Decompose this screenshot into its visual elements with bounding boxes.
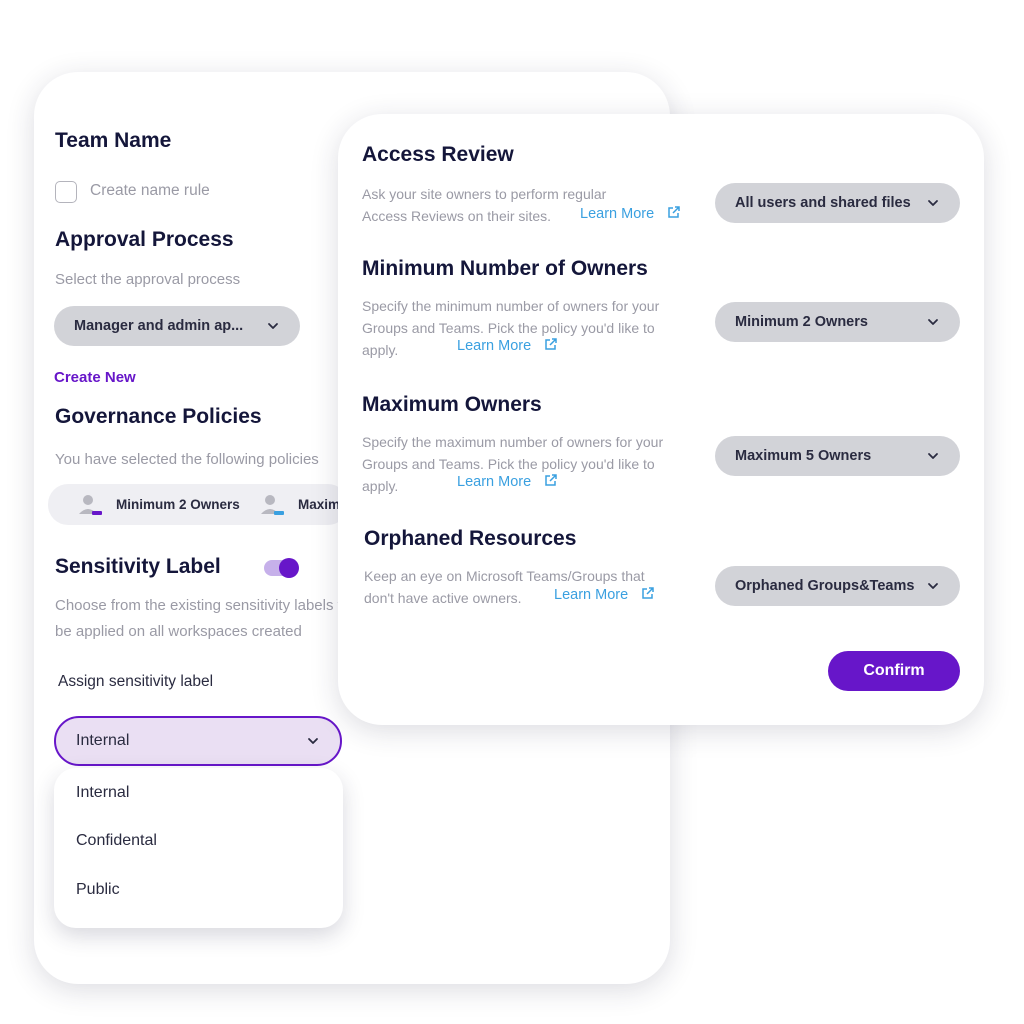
access-review-select[interactable]: All users and shared files [715, 183, 960, 223]
sensitivity-label-value: Internal [76, 732, 130, 749]
team-name-heading: Team Name [55, 129, 172, 152]
sensitivity-label-dropdown: Internal Confidental Public [54, 768, 343, 928]
selected-policies-strip: Minimum 2 Owners Maximum 5 Owners [48, 484, 348, 525]
access-review-description-line2: Access Reviews on their sites. [362, 208, 552, 224]
maximum-owners-learn-more[interactable]: Learn More [457, 473, 558, 491]
policy-chip-label: Minimum 2 Owners [116, 497, 240, 512]
chevron-down-icon [928, 319, 938, 325]
governance-policies-subtitle: You have selected the following policies [55, 451, 319, 468]
chevron-down-icon [268, 323, 278, 329]
orphaned-resources-value: Orphaned Groups&Teams [735, 578, 915, 594]
orphaned-resources-description-line1: Keep an eye on Microsoft Teams/Groups th… [364, 568, 645, 584]
access-review-heading: Access Review [362, 143, 514, 166]
sensitivity-label-heading: Sensitivity Label [55, 555, 221, 578]
minimum-owners-value: Minimum 2 Owners [735, 314, 868, 330]
maximum-owners-value: Maximum 5 Owners [735, 448, 872, 464]
sensitivity-label-select[interactable]: Internal [54, 716, 342, 766]
maximum-owners-description-line2: Groups and Teams. Pick the policy you'd … [362, 456, 655, 472]
user-icon [261, 494, 284, 515]
create-name-rule-checkbox[interactable] [55, 181, 77, 203]
create-name-rule-label: Create name rule [90, 182, 210, 199]
toggle-knob [279, 558, 299, 578]
create-new-link[interactable]: Create New [54, 369, 136, 386]
minimum-owners-learn-more[interactable]: Learn More [457, 337, 558, 355]
chevron-down-icon [928, 200, 938, 206]
approval-process-heading: Approval Process [55, 228, 234, 251]
approval-process-value: Manager and admin ap... [74, 318, 244, 334]
dropdown-option-internal[interactable]: Internal [76, 784, 129, 802]
orphaned-resources-description-line2: don't have active owners. [364, 590, 522, 606]
learn-more-link-text: Learn More [554, 587, 629, 603]
policy-chip: Maximum 5 Owners [260, 484, 348, 525]
minimum-owners-description-line2: Groups and Teams. Pick the policy you'd … [362, 320, 655, 336]
chevron-down-icon [928, 453, 938, 459]
maximum-owners-description-line1: Specify the maximum number of owners for… [362, 434, 664, 450]
external-link-icon [641, 587, 654, 599]
orphaned-resources-heading: Orphaned Resources [364, 527, 577, 550]
sensitivity-label-toggle[interactable] [264, 558, 299, 578]
minimum-owners-select[interactable]: Minimum 2 Owners [715, 302, 960, 342]
access-review-description-line1: Ask your site owners to perform regular [362, 186, 607, 202]
user-icon [79, 494, 102, 515]
dropdown-option-public[interactable]: Public [76, 881, 120, 899]
maximum-owners-select[interactable]: Maximum 5 Owners [715, 436, 960, 476]
orphaned-resources-learn-more[interactable]: Learn More [554, 586, 655, 604]
assign-sensitivity-label: Assign sensitivity label [58, 673, 214, 690]
governance-policies-heading: Governance Policies [55, 405, 262, 428]
approval-process-select[interactable]: Manager and admin ap... [54, 306, 300, 346]
orphaned-resources-select[interactable]: Orphaned Groups&Teams [715, 566, 960, 606]
maximum-owners-description-line3: apply. [362, 478, 399, 494]
sensitivity-description-line1: Choose from the existing sensitivity lab… [55, 597, 351, 614]
access-review-learn-more[interactable]: Learn More [580, 205, 681, 223]
confirm-button[interactable]: Confirm [828, 651, 960, 691]
external-link-icon [667, 206, 680, 218]
external-link-icon [544, 338, 557, 350]
maximum-owners-heading: Maximum Owners [362, 393, 542, 416]
chevron-down-icon [928, 583, 938, 589]
minimum-owners-heading: Minimum Number of Owners [362, 257, 648, 280]
chevron-down-icon [308, 738, 318, 744]
access-review-value: All users and shared files [735, 195, 911, 211]
learn-more-link-text: Learn More [580, 206, 655, 222]
approval-process-subtitle: Select the approval process [55, 271, 241, 288]
learn-more-link-text: Learn More [457, 338, 532, 354]
sensitivity-description-line2: be applied on all workspaces created [55, 623, 302, 640]
minimum-owners-description-line3: apply. [362, 342, 399, 358]
dropdown-option-confidental[interactable]: Confidental [76, 832, 157, 850]
policy-chip: Minimum 2 Owners [78, 484, 240, 525]
external-link-icon [544, 474, 557, 486]
minimum-owners-description-line1: Specify the minimum number of owners for… [362, 298, 660, 314]
learn-more-link-text: Learn More [457, 474, 532, 490]
